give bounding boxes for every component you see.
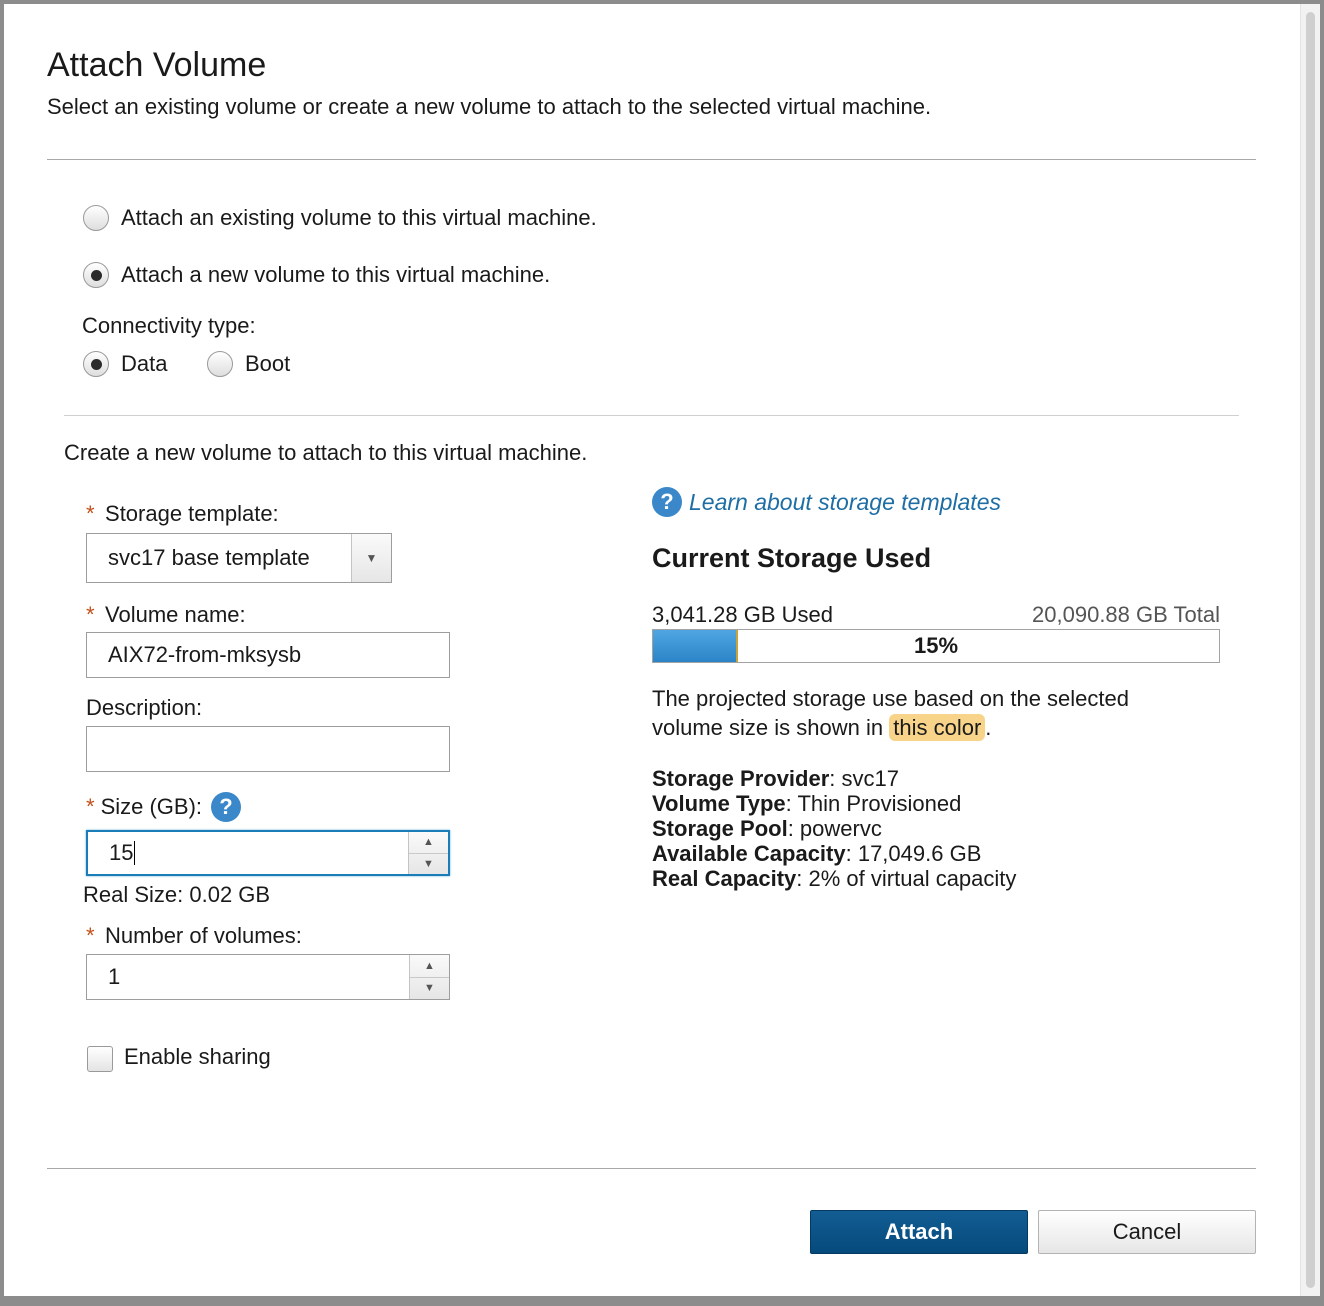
storage-template-label: Storage template:: [105, 501, 279, 526]
projected-text-end: .: [985, 715, 992, 740]
available-capacity-row: Available Capacity: 17,049.6 GB: [652, 841, 1016, 866]
connectivity-type-label: Connectivity type:: [82, 313, 256, 338]
description-input[interactable]: [86, 726, 450, 772]
projected-text-line-2: volume size is shown in this color.: [652, 713, 1129, 742]
property-key: Storage Provider: [652, 766, 830, 791]
required-marker: *: [86, 501, 95, 526]
radio-connectivity-data-label[interactable]: Data: [121, 351, 167, 377]
property-value: : 17,049.6 GB: [845, 841, 982, 866]
projected-text-lead: volume size is shown in: [652, 715, 884, 740]
size-stepper[interactable]: 15 ▲ ▼: [86, 830, 450, 876]
enable-sharing-checkbox[interactable]: [87, 1046, 113, 1072]
storage-used-text: 3,041.28 GB Used: [652, 602, 834, 627]
volumes-spinner[interactable]: ▲ ▼: [409, 955, 449, 999]
storage-usage-bar: 15%: [652, 629, 1220, 663]
scrollbar-thumb[interactable]: [1306, 12, 1315, 1288]
radio-attach-existing-label[interactable]: Attach an existing volume to this virtua…: [121, 205, 597, 231]
attach-button[interactable]: Attach: [810, 1210, 1028, 1254]
number-of-volumes-label: Number of volumes:: [105, 923, 302, 948]
storage-template-label-row: * Storage template:: [86, 501, 279, 527]
number-of-volumes-value[interactable]: 1: [108, 964, 120, 990]
increment-arrow-icon[interactable]: ▲: [409, 832, 448, 854]
dialog-subtitle: Select an existing volume or create a ne…: [47, 94, 932, 119]
section-divider: [64, 415, 1239, 416]
header-divider: [47, 159, 1256, 160]
storage-template-select[interactable]: svc17 base template ▼: [86, 533, 392, 583]
storage-pool-row: Storage Pool: powervc: [652, 816, 1016, 841]
chevron-down-icon[interactable]: ▼: [351, 534, 391, 582]
storage-properties: Storage Provider: svc17 Volume Type: Thi…: [652, 766, 1016, 891]
learn-storage-templates-link[interactable]: Learn about storage templates: [689, 489, 1001, 516]
radio-connectivity-boot-label[interactable]: Boot: [245, 351, 290, 377]
property-key: Real Capacity: [652, 866, 797, 891]
learn-storage-templates-row: ? Learn about storage templates: [652, 487, 1001, 517]
description-label: Description:: [86, 695, 203, 720]
volume-name-label-row: * Volume name:: [86, 602, 246, 628]
radio-connectivity-boot[interactable]: [207, 351, 233, 377]
dialog-title: Attach Volume: [47, 46, 267, 84]
storage-template-value: svc17 base template: [108, 545, 310, 570]
cancel-button[interactable]: Cancel: [1038, 1210, 1256, 1254]
projected-storage-note: The projected storage use based on the s…: [652, 684, 1129, 742]
radio-attach-existing[interactable]: [83, 205, 109, 231]
projected-text-line-1: The projected storage use based on the s…: [652, 686, 1129, 711]
storage-total-text: 20,090.88 GB Total: [1032, 602, 1220, 627]
volume-name-value: AIX72-from-mksysb: [108, 642, 302, 667]
create-section-heading: Create a new volume to attach to this vi…: [64, 440, 588, 465]
current-storage-heading: Current Storage Used: [652, 543, 932, 573]
property-key: Storage Pool: [652, 816, 788, 841]
real-size-text: Real Size: 0.02 GB: [83, 882, 271, 907]
enable-sharing-label[interactable]: Enable sharing: [124, 1044, 271, 1070]
size-help-icon[interactable]: ?: [211, 792, 242, 822]
property-key: Volume Type: [652, 791, 786, 816]
required-marker: *: [86, 602, 95, 627]
radio-attach-new-label[interactable]: Attach a new volume to this virtual mach…: [121, 262, 550, 288]
required-marker: *: [86, 794, 95, 819]
property-value: : svc17: [829, 766, 899, 791]
property-value: : Thin Provisioned: [785, 791, 962, 816]
volume-name-label: Volume name:: [105, 602, 246, 627]
dialog-scrollbar[interactable]: [1300, 4, 1320, 1296]
size-spinner[interactable]: ▲ ▼: [408, 832, 448, 874]
text-caret: [134, 841, 136, 865]
help-icon[interactable]: ?: [652, 487, 682, 517]
attach-volume-dialog: Attach Volume Select an existing volume …: [4, 4, 1300, 1296]
volume-name-input[interactable]: AIX72-from-mksysb: [86, 632, 450, 678]
number-of-volumes-label-row: * Number of volumes:: [86, 923, 302, 949]
radio-connectivity-data[interactable]: [83, 351, 109, 377]
size-value[interactable]: 15: [109, 840, 133, 866]
number-of-volumes-stepper[interactable]: 1 ▲ ▼: [86, 954, 450, 1000]
real-capacity-row: Real Capacity: 2% of virtual capacity: [652, 866, 1016, 891]
storage-usage-percent: 15%: [913, 633, 959, 658]
required-marker: *: [86, 923, 95, 948]
decrement-arrow-icon[interactable]: ▼: [409, 854, 448, 875]
increment-arrow-icon[interactable]: ▲: [410, 955, 449, 978]
property-key: Available Capacity: [652, 841, 846, 866]
radio-attach-new[interactable]: [83, 262, 109, 288]
footer-divider: [47, 1168, 1256, 1169]
volume-type-row: Volume Type: Thin Provisioned: [652, 791, 1016, 816]
storage-provider-row: Storage Provider: svc17: [652, 766, 1016, 791]
decrement-arrow-icon[interactable]: ▼: [410, 978, 449, 1000]
property-value: : powervc: [787, 816, 882, 841]
projected-color-swatch: this color: [889, 714, 986, 741]
size-label: Size (GB):: [100, 794, 203, 819]
property-value: : 2% of virtual capacity: [796, 866, 1017, 891]
size-label-row: * Size (GB): ?: [86, 792, 242, 822]
